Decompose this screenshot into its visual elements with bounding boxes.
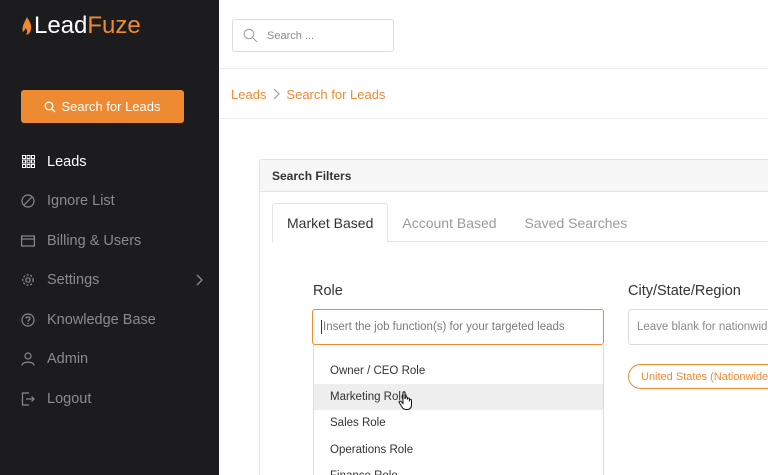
filter-tabs: Market Based Account Based Saved Searche… — [272, 203, 768, 243]
location-input[interactable] — [637, 321, 768, 333]
tab-saved-searches[interactable]: Saved Searches — [511, 203, 642, 242]
sidebar-item-label: Knowledge Base — [47, 311, 156, 328]
sidebar-item-admin[interactable]: Admin — [0, 340, 219, 380]
breadcrumb: Leads Search for Leads — [219, 70, 768, 119]
sidebar-item-settings[interactable]: Settings — [0, 261, 219, 301]
role-option[interactable]: Finance Role — [314, 463, 603, 475]
block-icon — [21, 194, 35, 208]
brand-accent: Fuze — [87, 12, 141, 39]
chevron-right-icon — [272, 88, 281, 100]
sidebar-item-logout[interactable]: Logout — [0, 379, 219, 419]
global-search-input[interactable] — [267, 29, 387, 42]
brand-logo[interactable]: Lead Fuze — [22, 12, 141, 40]
role-option[interactable]: Operations Role — [314, 437, 603, 463]
role-option[interactable]: Owner / CEO Role — [314, 358, 603, 384]
location-label: City/State/Region — [628, 283, 741, 299]
breadcrumb-leads[interactable]: Leads — [231, 87, 266, 102]
sidebar-item-ignore-list[interactable]: Ignore List — [0, 182, 219, 222]
location-field[interactable] — [628, 309, 768, 345]
location-tag[interactable]: United States (Nationwide) — [628, 364, 768, 389]
breadcrumb-search-for-leads: Search for Leads — [286, 86, 386, 102]
sidebar-item-label: Billing & Users — [47, 232, 142, 249]
gear-icon — [21, 273, 35, 287]
logout-icon — [21, 392, 35, 406]
panel-title: Search Filters — [260, 160, 768, 192]
global-search[interactable] — [232, 19, 394, 52]
text-caret — [321, 320, 322, 334]
sidebar-item-knowledge-base[interactable]: Knowledge Base — [0, 300, 219, 340]
flame-icon — [22, 17, 32, 35]
role-input[interactable] — [323, 321, 603, 333]
tab-market-based[interactable]: Market Based — [272, 203, 389, 243]
sidebar-item-label: Admin — [47, 351, 89, 368]
grid-icon — [21, 155, 35, 169]
role-label: Role — [313, 283, 343, 299]
sidebar: Lead Fuze Search for Leads Leads Ignore L… — [0, 0, 219, 475]
brand-prefix: Lead — [34, 12, 88, 39]
search-for-leads-label: Search for Leads — [61, 99, 161, 114]
search-icon — [45, 101, 56, 112]
top-bar — [219, 0, 768, 69]
sidebar-nav: Leads Ignore List Billing & Users Settin… — [0, 142, 219, 419]
role-option[interactable]: Marketing Role — [314, 384, 603, 411]
search-icon — [243, 28, 258, 43]
help-icon — [21, 313, 35, 327]
tab-account-based[interactable]: Account Based — [388, 203, 510, 242]
role-option[interactable]: Sales Role — [314, 410, 603, 436]
search-for-leads-button[interactable]: Search for Leads — [21, 90, 184, 123]
sidebar-item-label: Settings — [47, 272, 100, 289]
sidebar-item-billing[interactable]: Billing & Users — [0, 221, 219, 261]
sidebar-item-leads[interactable]: Leads — [0, 142, 219, 182]
sidebar-item-label: Logout — [47, 390, 92, 407]
card-icon — [21, 234, 35, 248]
user-icon — [21, 352, 35, 366]
chevron-right-icon — [196, 274, 203, 285]
role-field[interactable] — [312, 309, 604, 345]
sidebar-item-label: Ignore List — [47, 193, 115, 210]
role-dropdown: Owner / CEO Role Marketing Role Sales Ro… — [313, 345, 604, 475]
sidebar-item-label: Leads — [47, 153, 87, 170]
